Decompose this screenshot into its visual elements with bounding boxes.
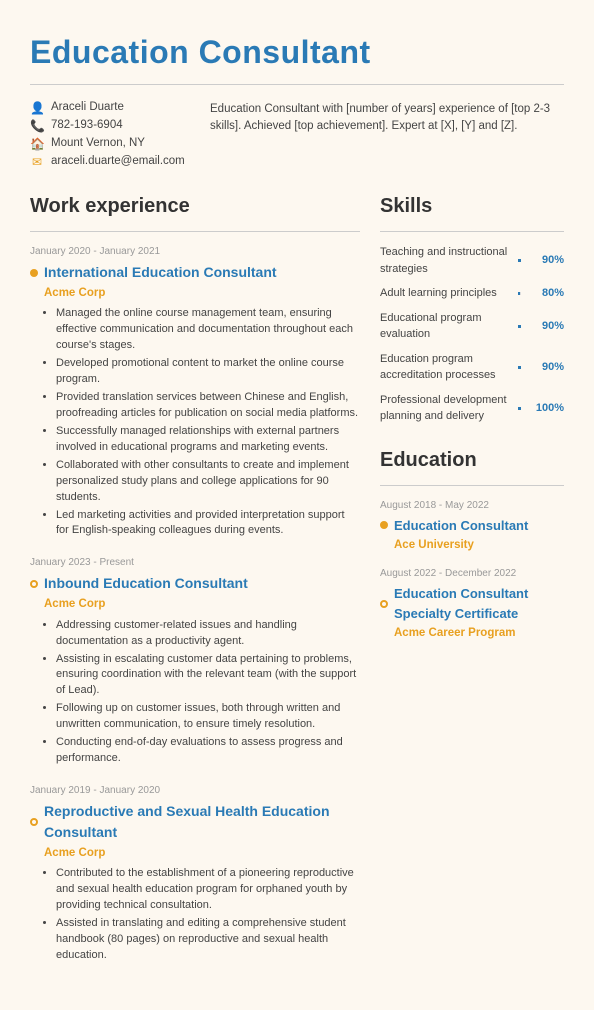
bullet: Successfully managed relationships with …: [56, 424, 360, 456]
edu-title-0: Education Consultant: [394, 516, 528, 536]
header-section: 👤 Araceli Duarte 📞 782-193-6904 🏠 Mount …: [30, 99, 564, 171]
bullet: Assisting in escalating customer data pe…: [56, 652, 360, 700]
work-experience-section: Work experience January 2020 - January 2…: [30, 189, 360, 980]
skill-fill-0: [518, 259, 521, 262]
education-divider: [380, 485, 564, 486]
skill-fill-4: [518, 407, 521, 410]
contact-info: 👤 Araceli Duarte 📞 782-193-6904 🏠 Mount …: [30, 99, 190, 171]
skills-divider: [380, 231, 564, 232]
skill-pct-3: 90%: [529, 359, 564, 376]
work-title-1: International Education Consultant: [44, 262, 277, 283]
work-title-row-2: Inbound Education Consultant: [30, 573, 360, 594]
skill-item-1: Adult learning principles 80%: [380, 285, 564, 302]
skill-name-0: Teaching and instructional strategies: [380, 244, 510, 277]
edu-dot-0: [380, 521, 388, 529]
work-bullets-1: Managed the online course management tea…: [44, 306, 360, 539]
bullet: Led marketing activities and provided in…: [56, 508, 360, 540]
work-dot-2: [30, 580, 38, 588]
contact-email-item: ✉ araceli.duarte@email.com: [30, 153, 190, 171]
work-dot-1: [30, 269, 38, 277]
skill-item-4: Professional development planning and de…: [380, 392, 564, 425]
bullet: Following up on customer issues, both th…: [56, 701, 360, 733]
skill-pct-4: 100%: [529, 400, 564, 417]
bullet: Conducting end-of-day evaluations to ass…: [56, 735, 360, 767]
edu-item-1: August 2022 - December 2022 Education Co…: [380, 566, 564, 642]
email-icon: ✉: [30, 153, 44, 171]
work-divider: [30, 231, 360, 232]
skill-name-2: Educational program evaluation: [380, 310, 510, 343]
work-title-row-1: International Education Consultant: [30, 262, 360, 283]
bullet: Assisted in translating and editing a co…: [56, 916, 360, 964]
skill-pct-0: 90%: [529, 252, 564, 269]
header-summary: Education Consultant with [number of yea…: [210, 99, 564, 171]
skill-name-4: Professional development planning and de…: [380, 392, 510, 425]
work-title-2: Inbound Education Consultant: [44, 573, 248, 594]
skill-fill-2: [518, 325, 521, 328]
skill-name-3: Education program accreditation processe…: [380, 351, 510, 384]
work-section-title: Work experience: [30, 191, 360, 221]
bullet: Collaborated with other consultants to c…: [56, 458, 360, 506]
education-section: Education August 2018 - May 2022 Educati…: [380, 445, 564, 643]
work-company-3: Acme Corp: [44, 845, 360, 862]
skill-item-3: Education program accreditation processe…: [380, 351, 564, 384]
edu-title-row-0: Education Consultant: [380, 516, 564, 536]
work-company-1: Acme Corp: [44, 285, 360, 302]
education-section-title: Education: [380, 445, 564, 475]
skill-fill-3: [518, 366, 521, 369]
work-dot-3: [30, 818, 38, 826]
skill-bar-2: [518, 325, 521, 328]
skill-item-2: Educational program evaluation 90%: [380, 310, 564, 343]
bullet: Addressing customer-related issues and h…: [56, 618, 360, 650]
bullet: Provided translation services between Ch…: [56, 390, 360, 422]
work-date-1: January 2020 - January 2021: [30, 244, 360, 259]
location-icon: 🏠: [30, 135, 44, 153]
skill-bar-3: [518, 366, 521, 369]
edu-date-0: August 2018 - May 2022: [380, 498, 564, 513]
skills-section-title: Skills: [380, 191, 564, 221]
bullet: Developed promotional content to market …: [56, 356, 360, 388]
contact-location: Mount Vernon, NY: [51, 135, 145, 152]
skill-pct-2: 90%: [529, 318, 564, 335]
skill-bar-4: [518, 407, 521, 410]
edu-title-row-1: Education Consultant Specialty Certifica…: [380, 584, 564, 623]
edu-institution-1: Acme Career Program: [394, 625, 564, 642]
right-column: Skills Teaching and instructional strate…: [380, 189, 564, 980]
main-layout: Work experience January 2020 - January 2…: [30, 189, 564, 980]
phone-icon: 📞: [30, 117, 44, 135]
work-item-3: January 2019 - January 2020 Reproductive…: [30, 783, 360, 964]
skill-item-0: Teaching and instructional strategies 90…: [380, 244, 564, 277]
work-title-row-3: Reproductive and Sexual Health Education…: [30, 801, 360, 843]
contact-location-item: 🏠 Mount Vernon, NY: [30, 135, 190, 153]
person-icon: 👤: [30, 99, 44, 117]
contact-name: Araceli Duarte: [51, 99, 124, 116]
work-date-3: January 2019 - January 2020: [30, 783, 360, 798]
skill-bar-0: [518, 259, 521, 262]
edu-date-1: August 2022 - December 2022: [380, 566, 564, 581]
page-title: Education Consultant: [30, 28, 564, 76]
work-item-2: January 2023 - Present Inbound Education…: [30, 555, 360, 767]
work-date-2: January 2023 - Present: [30, 555, 360, 570]
title-divider: [30, 84, 564, 85]
work-bullets-3: Contributed to the establishment of a pi…: [44, 866, 360, 964]
work-title-3: Reproductive and Sexual Health Education…: [44, 801, 360, 843]
contact-phone-item: 📞 782-193-6904: [30, 117, 190, 135]
skills-section: Skills Teaching and instructional strate…: [380, 191, 564, 425]
skill-name-1: Adult learning principles: [380, 285, 510, 302]
work-item-1: January 2020 - January 2021 Internationa…: [30, 244, 360, 539]
bullet: Contributed to the establishment of a pi…: [56, 866, 360, 914]
contact-phone: 782-193-6904: [51, 117, 123, 134]
contact-name-item: 👤 Araceli Duarte: [30, 99, 190, 117]
edu-dot-1: [380, 600, 388, 608]
resume-page: Education Consultant 👤 Araceli Duarte 📞 …: [0, 0, 594, 1010]
edu-title-1: Education Consultant Specialty Certifica…: [394, 584, 564, 623]
contact-email: araceli.duarte@email.com: [51, 153, 185, 170]
skill-bar-1: [518, 292, 521, 295]
skill-pct-1: 80%: [529, 285, 564, 302]
bullet: Managed the online course management tea…: [56, 306, 360, 354]
skill-fill-1: [518, 292, 520, 295]
edu-item-0: August 2018 - May 2022 Education Consult…: [380, 498, 564, 555]
work-bullets-2: Addressing customer-related issues and h…: [44, 618, 360, 767]
edu-institution-0: Ace University: [394, 537, 564, 554]
work-company-2: Acme Corp: [44, 596, 360, 613]
